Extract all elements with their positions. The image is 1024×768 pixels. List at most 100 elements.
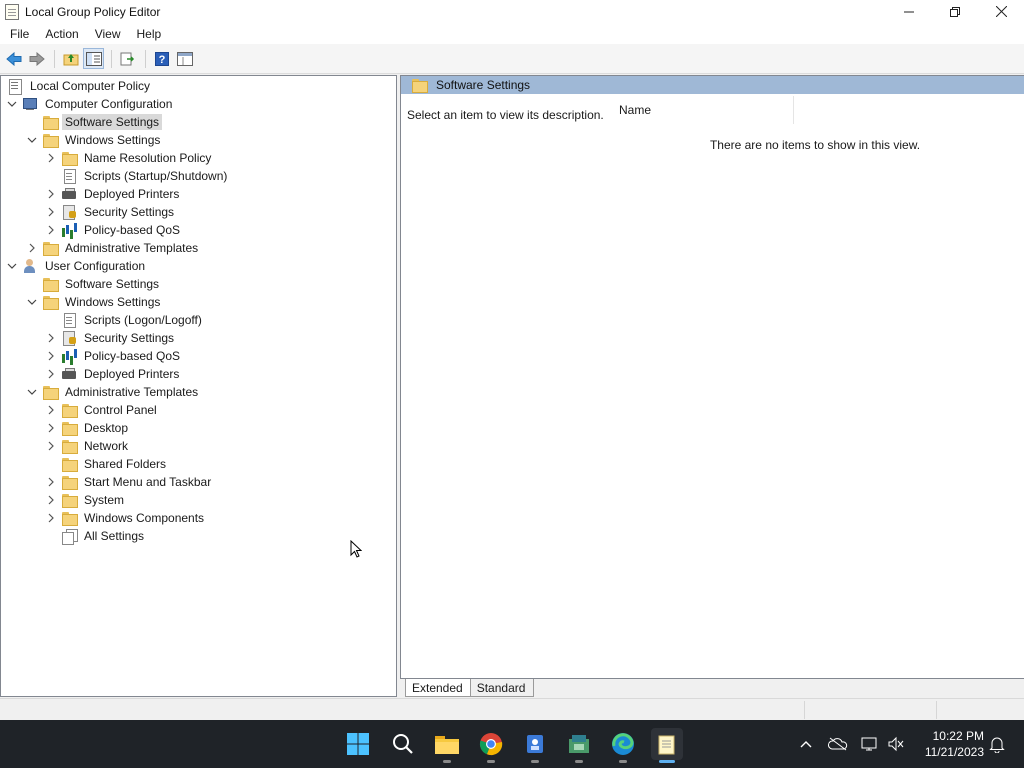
notifications-button[interactable] (987, 734, 1007, 754)
tab-extended[interactable]: Extended (405, 679, 472, 697)
menu-view[interactable]: View (89, 27, 127, 41)
tree-item[interactable]: Scripts (Logon/Logoff) (44, 311, 205, 329)
column-header-name[interactable]: Name (605, 96, 794, 124)
chevron-right-icon[interactable] (44, 439, 58, 453)
tree-item[interactable]: Local Computer Policy (5, 77, 153, 95)
console-tree: Local Computer Policy Computer Configurat… (0, 75, 397, 697)
file-explorer-button[interactable] (431, 728, 463, 763)
chevron-right-icon[interactable] (44, 205, 58, 219)
network-tray-button[interactable] (860, 734, 880, 754)
tree-item[interactable]: Shared Folders (44, 455, 169, 473)
menu-help[interactable]: Help (131, 27, 168, 41)
chevron-down-icon[interactable] (25, 133, 39, 147)
tree-item[interactable]: Name Resolution Policy (44, 149, 214, 167)
properties-button[interactable] (174, 48, 195, 69)
taskbar-clock[interactable]: 10:22 PM 11/21/2023 (912, 728, 984, 760)
tree-item[interactable]: Software Settings (25, 113, 163, 131)
pinned-app-button[interactable] (519, 728, 551, 763)
tree-item[interactable]: Control Panel (44, 401, 160, 419)
chevron-right-icon[interactable] (44, 367, 58, 381)
folder-icon (61, 510, 78, 526)
tree-item[interactable]: Policy-based QoS (44, 221, 183, 239)
forward-button[interactable] (26, 48, 47, 69)
tree-item[interactable]: Administrative Templates (25, 239, 201, 257)
help-button[interactable]: ? (151, 48, 172, 69)
tree-item[interactable]: Administrative Templates (25, 383, 201, 401)
tree-item[interactable]: Software Settings (25, 275, 162, 293)
description-text: Select an item to view its description. (407, 108, 604, 122)
all-settings-icon (61, 528, 78, 545)
minimize-button[interactable] (886, 0, 932, 23)
pinned-app-button-2[interactable] (563, 728, 595, 763)
running-indicator (619, 760, 627, 763)
restore-button[interactable] (932, 0, 978, 23)
list-column-header: Name (605, 96, 1024, 124)
volume-tray-button[interactable] (886, 734, 906, 754)
policy-icon (7, 78, 23, 95)
tree-item[interactable]: Deployed Printers (44, 185, 182, 203)
edge-button[interactable] (607, 728, 639, 763)
onedrive-tray-button[interactable] (828, 734, 848, 754)
taskbar-search-button[interactable] (387, 728, 419, 760)
title-bar: Local Group Policy Editor (0, 0, 1024, 23)
running-indicator (443, 760, 451, 763)
folder-icon (411, 77, 428, 93)
menu-file[interactable]: File (4, 27, 35, 41)
chevron-right-icon[interactable] (44, 511, 58, 525)
chevron-right-icon[interactable] (44, 475, 58, 489)
tree-item[interactable]: Scripts (Startup/Shutdown) (44, 167, 230, 185)
folder-icon (61, 402, 78, 418)
items-list[interactable]: Name There are no items to show in this … (605, 96, 1024, 679)
chevron-down-icon[interactable] (5, 259, 19, 273)
export-list-button[interactable] (117, 48, 138, 69)
window-title: Local Group Policy Editor (25, 4, 161, 19)
chevron-right-icon[interactable] (44, 421, 58, 435)
chevron-right-icon[interactable] (44, 493, 58, 507)
chrome-button[interactable] (475, 728, 507, 763)
chevron-down-icon[interactable] (25, 385, 39, 399)
tree-item[interactable]: System (44, 491, 127, 509)
menu-action[interactable]: Action (39, 27, 84, 41)
chevron-right-icon[interactable] (25, 241, 39, 255)
tree-item[interactable]: Windows Components (44, 509, 207, 527)
tree-item[interactable]: Computer Configuration (5, 95, 175, 113)
show-hide-tree-button[interactable] (83, 48, 104, 69)
restore-icon (950, 6, 960, 17)
up-one-level-button[interactable] (60, 48, 81, 69)
folder-icon (42, 240, 59, 256)
script-icon (61, 168, 77, 184)
tree-item[interactable]: All Settings (44, 527, 147, 545)
chevron-right-icon[interactable] (44, 151, 58, 165)
tree-item-label: System (84, 493, 125, 507)
script-icon (61, 312, 77, 328)
tree-item-label: Network (84, 439, 129, 453)
tree-item[interactable]: Windows Settings (25, 293, 163, 311)
tree-item-label: Scripts (Startup/Shutdown) (84, 169, 228, 183)
tree-item[interactable]: Windows Settings (25, 131, 163, 149)
tree-item[interactable]: Security Settings (44, 329, 177, 347)
chevron-down-icon[interactable] (5, 97, 19, 111)
tree-item[interactable]: Security Settings (44, 203, 177, 221)
chevron-right-icon[interactable] (44, 223, 58, 237)
chrome-icon (479, 733, 503, 756)
tree-item-label: Administrative Templates (65, 385, 199, 399)
help-icon: ? (154, 51, 169, 66)
tree-item[interactable]: Start Menu and Taskbar (44, 473, 214, 491)
folder-icon (42, 114, 59, 130)
chevron-right-icon[interactable] (44, 403, 58, 417)
chevron-right-icon[interactable] (44, 331, 58, 345)
chevron-right-icon[interactable] (44, 349, 58, 363)
start-button[interactable] (342, 728, 374, 760)
tree-item[interactable]: Network (44, 437, 131, 455)
notepad-button[interactable] (651, 728, 683, 763)
tree-item[interactable]: Desktop (44, 419, 131, 437)
tree-item[interactable]: Policy-based QoS (44, 347, 183, 365)
close-button[interactable] (978, 0, 1024, 23)
tree-item[interactable]: Deployed Printers (44, 365, 182, 383)
tree-item[interactable]: User Configuration (5, 257, 148, 275)
chevron-right-icon[interactable] (44, 187, 58, 201)
chevron-down-icon[interactable] (25, 295, 39, 309)
tab-standard[interactable]: Standard (469, 679, 535, 697)
show-hidden-icons-button[interactable] (796, 734, 816, 754)
back-button[interactable] (3, 48, 24, 69)
